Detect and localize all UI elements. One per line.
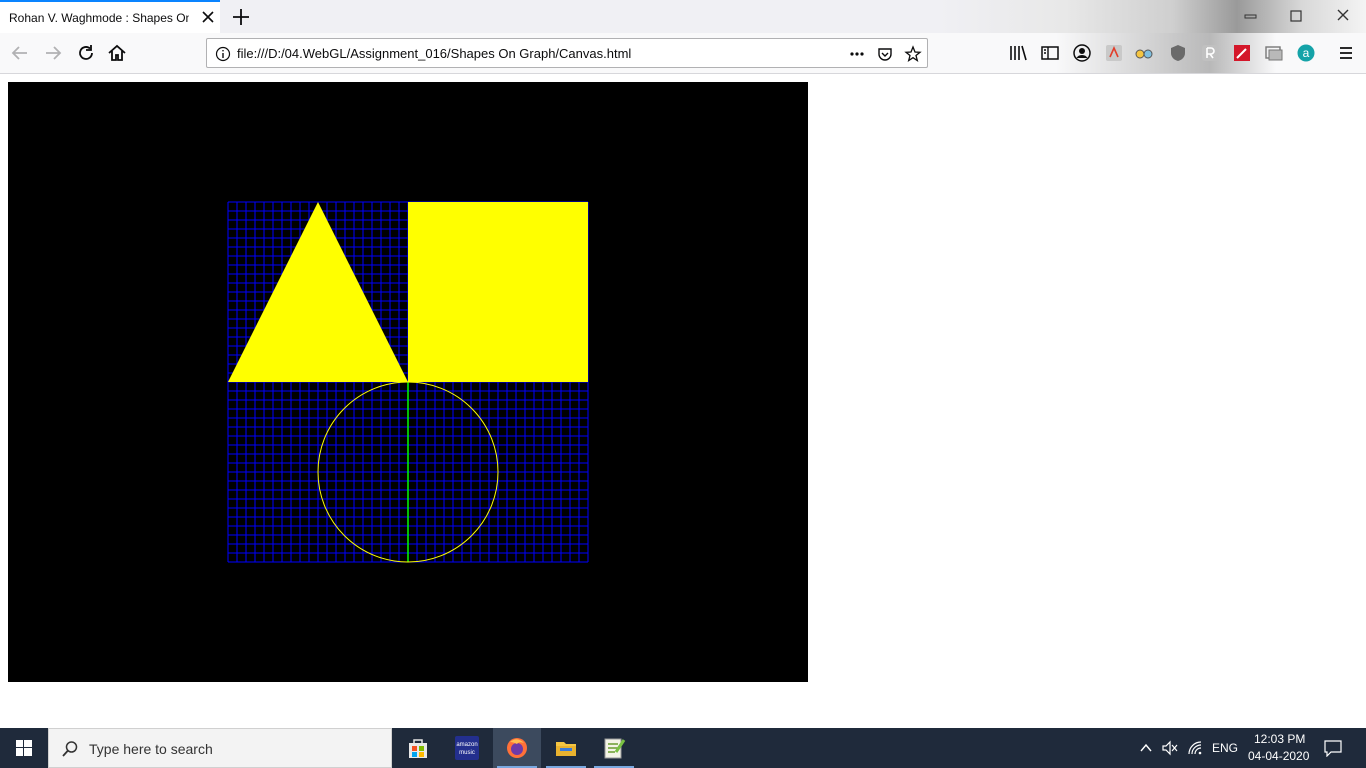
tab-title: Rohan V. Waghmode : Shapes On Graph	[9, 11, 189, 25]
taskbar-search-box[interactable]: Type here to search	[48, 728, 392, 768]
amazon-assistant-icon[interactable]: a	[1296, 43, 1316, 63]
info-icon[interactable]	[214, 45, 232, 63]
amazon-music-label-2: music	[459, 750, 475, 756]
tab-active[interactable]: Rohan V. Waghmode : Shapes On Graph	[0, 0, 220, 33]
yellow-square	[408, 202, 588, 382]
page-actions-icon[interactable]	[848, 45, 866, 63]
show-hidden-icons-chevron-icon[interactable]	[1138, 741, 1154, 755]
reload-icon[interactable]	[75, 42, 97, 64]
action-center-icon[interactable]	[1323, 739, 1343, 757]
account-icon[interactable]	[1072, 43, 1092, 63]
clock-date[interactable]: 04-04-2020	[1248, 749, 1309, 763]
url-bar[interactable]: file:///D:/04.WebGL/Assignment_016/Shape…	[206, 38, 928, 68]
pdf-extension-icon[interactable]	[1104, 43, 1124, 63]
taskbar-firefox[interactable]	[493, 728, 541, 768]
new-tab-icon[interactable]	[230, 6, 252, 28]
store-bag-icon	[409, 739, 427, 758]
taskbar: Type here to search amazon music ENG 12:0…	[0, 728, 1366, 768]
wifi-icon[interactable]	[1187, 740, 1205, 756]
search-icon	[62, 741, 78, 757]
input-language[interactable]: ENG	[1212, 741, 1238, 755]
shapes-on-graph-render	[227, 201, 589, 563]
notepad-plus-plus-icon	[604, 738, 626, 759]
nav-toolbar: file:///D:/04.WebGL/Assignment_016/Shape…	[0, 33, 1366, 74]
bookmark-star-icon[interactable]	[904, 45, 922, 63]
webgl-canvas[interactable]	[8, 82, 808, 682]
search-placeholder: Type here to search	[89, 741, 213, 757]
amazon-music-icon: amazon music	[455, 736, 479, 760]
maximize-icon[interactable]	[1285, 6, 1307, 26]
back-arrow-icon[interactable]	[9, 42, 31, 64]
reader-sidebar-icon[interactable]	[1040, 43, 1060, 63]
window-close-icon[interactable]	[1332, 6, 1354, 26]
library-icon[interactable]	[1008, 43, 1028, 63]
glasses-extension-icon[interactable]	[1134, 43, 1154, 63]
taskbar-notepad-plus-plus[interactable]	[590, 728, 638, 768]
tab-strip: Rohan V. Waghmode : Shapes On Graph	[0, 0, 1366, 33]
forward-arrow-icon[interactable]	[42, 42, 64, 64]
home-icon[interactable]	[106, 42, 128, 64]
volume-muted-icon[interactable]	[1161, 740, 1179, 756]
reader-extension-icon[interactable]	[1200, 43, 1220, 63]
clock-time[interactable]: 12:03 PM	[1254, 732, 1305, 746]
menu-hamburger-icon[interactable]	[1336, 43, 1356, 63]
firefox-icon	[507, 738, 527, 758]
amazon-music-label-1: amazon	[456, 742, 477, 748]
tab-close-icon[interactable]	[201, 10, 215, 24]
folder-icon	[556, 742, 576, 756]
windows-start-icon[interactable]	[0, 728, 48, 768]
color-picker-icon[interactable]	[1232, 43, 1252, 63]
taskbar-amazon-music[interactable]: amazon music	[443, 728, 491, 768]
minimize-icon[interactable]	[1240, 6, 1262, 26]
url-text[interactable]: file:///D:/04.WebGL/Assignment_016/Shape…	[237, 46, 631, 61]
shield-icon[interactable]	[1168, 43, 1188, 63]
taskbar-microsoft-store[interactable]	[394, 728, 442, 768]
taskbar-file-explorer[interactable]	[542, 728, 590, 768]
svg-text:a: a	[1303, 46, 1310, 60]
screenshot-icon[interactable]	[1264, 43, 1284, 63]
pocket-icon[interactable]	[876, 45, 894, 63]
